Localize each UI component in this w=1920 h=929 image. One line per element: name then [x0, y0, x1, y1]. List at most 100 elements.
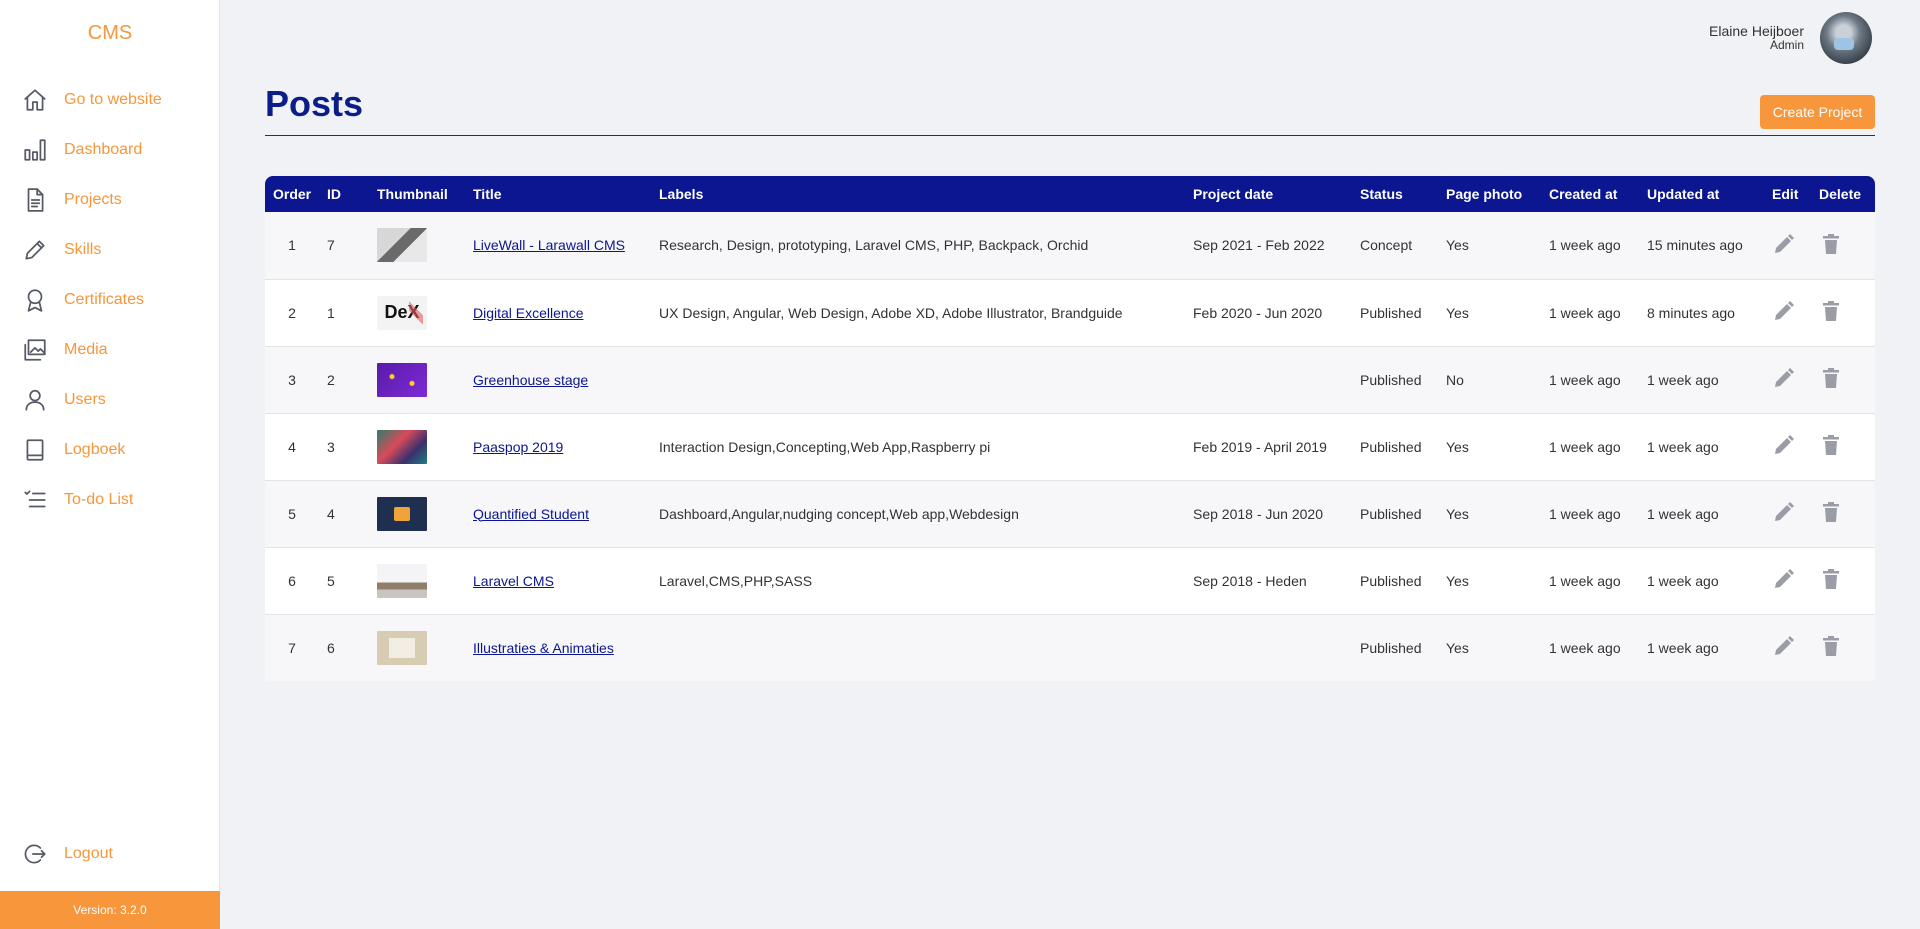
notebook-icon [22, 437, 48, 463]
table-row: 6 5 Laravel CMS Laravel,CMS,PHP,SASS Sep… [265, 547, 1875, 614]
cell-labels: Research, Design, prototyping, Laravel C… [659, 237, 1089, 254]
cell-title: Laravel CMS [465, 547, 651, 614]
sidebar-nav: Go to website Dashboard Projects Skills … [0, 75, 220, 525]
table-row: 3 2 Greenhouse stage Published No 1 week… [265, 346, 1875, 413]
sidebar-item-certificates[interactable]: Certificates [0, 275, 220, 325]
cell-id: 6 [327, 639, 335, 656]
trash-icon[interactable] [1819, 500, 1843, 524]
cell-order: 2 [288, 304, 296, 321]
cell-updated-at: 1 week ago [1647, 438, 1719, 455]
user-name: Elaine Heijboer [1709, 23, 1804, 40]
brand-logo[interactable]: CMS [0, 22, 220, 45]
table-row: 4 3 Paaspop 2019 Interaction Design,Conc… [265, 413, 1875, 480]
cell-labels: Laravel,CMS,PHP,SASS [659, 572, 813, 589]
sidebar-item-users[interactable]: Users [0, 375, 220, 425]
cell-updated-at: 15 minutes ago [1647, 237, 1743, 254]
sidebar-item-label: Media [64, 341, 108, 358]
cell-thumbnail [369, 413, 465, 480]
cell-updated-at: 8 minutes ago [1647, 304, 1735, 321]
column-header-thumbnail: Thumbnail [377, 186, 448, 202]
cell-status: Published [1360, 371, 1422, 388]
cell-title: Digital Excellence [465, 279, 651, 346]
cell-delete [1811, 614, 1875, 681]
document-icon [22, 187, 48, 213]
cell-delete [1811, 480, 1875, 547]
cell-id: 5 [327, 572, 335, 589]
cell-thumbnail [369, 346, 465, 413]
post-title-link[interactable]: Illustraties & Animaties [473, 640, 614, 656]
thumbnail-image [377, 429, 427, 464]
trash-icon[interactable] [1819, 634, 1843, 658]
cell-page-photo: No [1446, 371, 1464, 388]
cell-thumbnail [369, 614, 465, 681]
thumbnail-image [377, 362, 427, 397]
trash-icon[interactable] [1819, 232, 1843, 256]
cell-order: 1 [288, 237, 296, 254]
post-title-link[interactable]: LiveWall - Larawall CMS [473, 237, 625, 253]
sidebar-item-go-to-website[interactable]: Go to website [0, 75, 220, 125]
table-row: 5 4 Quantified Student Dashboard,Angular… [265, 480, 1875, 547]
edit-pencil-icon[interactable] [1772, 634, 1796, 658]
column-header-page-photo: Page photo [1446, 186, 1523, 202]
thumbnail-image: DeX [377, 295, 427, 330]
title-divider [265, 135, 1875, 136]
sidebar-item-skills[interactable]: Skills [0, 225, 220, 275]
checklist-icon [22, 487, 48, 513]
edit-pencil-icon[interactable] [1772, 500, 1796, 524]
sidebar-item-logboek[interactable]: Logboek [0, 425, 220, 475]
trash-icon[interactable] [1819, 366, 1843, 390]
cell-title: Quantified Student [465, 480, 651, 547]
avatar[interactable] [1820, 12, 1872, 64]
cell-created-at: 1 week ago [1549, 639, 1621, 656]
user-role: Admin [1769, 38, 1804, 53]
bar-chart-icon [22, 137, 48, 163]
post-title-link[interactable]: Paaspop 2019 [473, 439, 563, 455]
logout-button[interactable]: Logout [0, 829, 220, 879]
cell-project-date: Feb 2020 - Jun 2020 [1193, 304, 1323, 321]
post-title-link[interactable]: Digital Excellence [473, 305, 584, 321]
cell-edit [1764, 480, 1811, 547]
cell-title: Greenhouse stage [465, 346, 651, 413]
sidebar-item-projects[interactable]: Projects [0, 175, 220, 225]
create-project-button[interactable]: Create Project [1760, 95, 1875, 129]
trash-icon[interactable] [1819, 567, 1843, 591]
trash-icon[interactable] [1819, 433, 1843, 457]
edit-pencil-icon[interactable] [1772, 366, 1796, 390]
cell-project-date [1185, 614, 1352, 681]
thumbnail-image [377, 563, 427, 598]
edit-pencil-icon[interactable] [1772, 433, 1796, 457]
cell-status: Published [1360, 639, 1422, 656]
cell-id: 3 [327, 438, 335, 455]
page-title: Posts [265, 83, 364, 124]
cell-updated-at: 1 week ago [1647, 505, 1719, 522]
post-title-link[interactable]: Greenhouse stage [473, 372, 588, 388]
cell-id: 7 [327, 237, 335, 254]
cell-labels [651, 346, 1185, 413]
cell-labels: UX Design, Angular, Web Design, Adobe XD… [659, 304, 1123, 321]
cell-project-date: Sep 2021 - Feb 2022 [1193, 237, 1325, 254]
sidebar-item-label: Dashboard [64, 141, 143, 158]
sidebar-item-media[interactable]: Media [0, 325, 220, 375]
cell-created-at: 1 week ago [1549, 237, 1621, 254]
cell-labels [651, 614, 1185, 681]
trash-icon[interactable] [1819, 299, 1843, 323]
user-menu[interactable]: Elaine Heijboer Admin [1709, 12, 1872, 64]
edit-pencil-icon[interactable] [1772, 232, 1796, 256]
cell-order: 6 [288, 572, 296, 589]
cell-id: 1 [327, 304, 335, 321]
column-header-title: Title [473, 186, 502, 202]
cell-delete [1811, 547, 1875, 614]
posts-table: Order ID Thumbnail Title Labels Project … [265, 176, 1875, 681]
edit-pencil-icon[interactable] [1772, 299, 1796, 323]
column-header-status: Status [1360, 186, 1403, 202]
cell-project-date: Sep 2018 - Jun 2020 [1193, 505, 1323, 522]
post-title-link[interactable]: Laravel CMS [473, 573, 554, 589]
sidebar-item-dashboard[interactable]: Dashboard [0, 125, 220, 175]
logout-section: Logout [0, 829, 220, 879]
post-title-link[interactable]: Quantified Student [473, 506, 589, 522]
column-header-project-date: Project date [1193, 186, 1274, 202]
edit-pencil-icon[interactable] [1772, 567, 1796, 591]
cell-edit [1764, 212, 1811, 279]
sidebar-item-to-do-list[interactable]: To-do List [0, 475, 220, 525]
sidebar-item-label: Users [64, 391, 106, 408]
